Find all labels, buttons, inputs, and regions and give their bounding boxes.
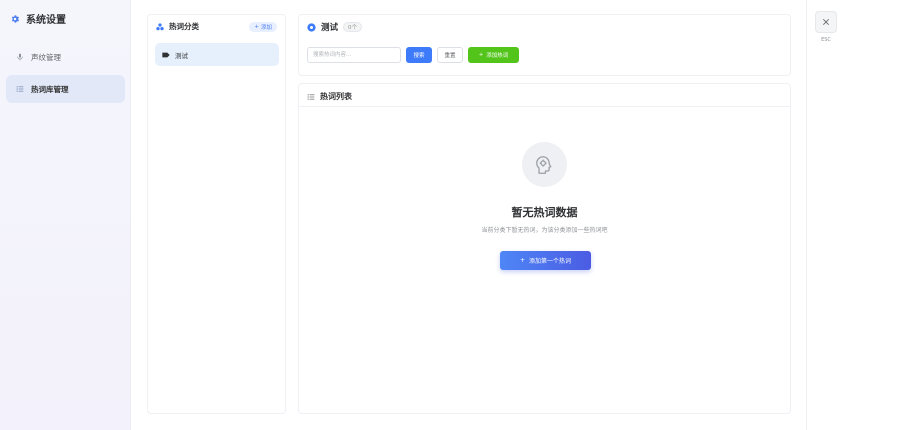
category-item[interactable]: 测试 bbox=[155, 43, 279, 66]
close-button[interactable] bbox=[815, 11, 837, 33]
list-panel-title: 热词列表 bbox=[320, 92, 352, 101]
badge-icon bbox=[307, 22, 316, 32]
microphone-icon bbox=[17, 53, 23, 61]
plus-icon: + bbox=[478, 52, 484, 58]
sidebar-item-hotwords[interactable]: 热词库管理 bbox=[6, 75, 125, 103]
sidebar-title: 系统设置 bbox=[10, 11, 66, 26]
add-first-hotword-button[interactable]: + 添加第一个热词 bbox=[500, 251, 591, 270]
plus-icon: + bbox=[519, 257, 525, 264]
right-rail: ESC bbox=[806, 0, 900, 430]
hotword-list-panel: 热词列表 暂无热词数据 当前分类下暂无热词，为该分类添加一些热词吧 + 添加第一… bbox=[298, 83, 791, 414]
add-category-label: 添加 bbox=[260, 25, 272, 31]
category-icon bbox=[156, 22, 164, 30]
hotword-panel-title: 测试 bbox=[321, 23, 339, 33]
search-button[interactable]: 搜索 bbox=[406, 47, 432, 63]
hotword-panel-header: 测试 0个 bbox=[307, 21, 363, 33]
settings-sidebar: 系统设置 声纹管理 热词库管理 bbox=[0, 0, 131, 430]
sidebar-item-label: 声纹管理 bbox=[31, 52, 61, 62]
search-input[interactable] bbox=[307, 47, 401, 63]
search-row: 搜索 重置 + 添加热词 bbox=[307, 47, 519, 63]
sidebar-item-voiceprint[interactable]: 声纹管理 bbox=[6, 43, 125, 71]
count-badge: 0个 bbox=[343, 22, 363, 32]
esc-label: ESC bbox=[821, 37, 831, 43]
empty-state-description: 当前分类下暂无热词，为该分类添加一些热词吧 bbox=[481, 227, 608, 234]
add-hotword-button[interactable]: + 添加热词 bbox=[468, 47, 519, 63]
empty-state-icon bbox=[522, 142, 567, 187]
category-panel-title: 热词分类 bbox=[169, 22, 199, 31]
close-icon bbox=[823, 19, 829, 25]
tag-icon bbox=[162, 52, 170, 57]
category-panel-header: 热词分类 bbox=[156, 21, 199, 32]
reset-button[interactable]: 重置 bbox=[437, 47, 463, 63]
sidebar-item-label: 热词库管理 bbox=[31, 84, 69, 94]
category-item-label: 测试 bbox=[175, 51, 188, 60]
gear-icon bbox=[11, 14, 20, 23]
list-panel-header: 热词列表 bbox=[307, 91, 352, 102]
add-category-button[interactable]: + 添加 bbox=[249, 22, 277, 32]
hotword-search-panel: 测试 0个 搜索 重置 + 添加热词 bbox=[298, 14, 791, 76]
list-icon bbox=[307, 93, 315, 100]
head-gear-icon bbox=[535, 155, 551, 174]
divider bbox=[299, 106, 790, 107]
empty-state-title: 暂无热词数据 bbox=[511, 206, 578, 219]
add-first-hotword-label: 添加第一个热词 bbox=[529, 258, 572, 265]
category-panel: 热词分类 + 添加 测试 bbox=[147, 14, 286, 414]
sidebar-title-text: 系统设置 bbox=[26, 15, 66, 26]
add-hotword-label: 添加热词 bbox=[486, 53, 509, 59]
list-icon bbox=[16, 86, 24, 92]
plus-icon: + bbox=[254, 24, 259, 30]
